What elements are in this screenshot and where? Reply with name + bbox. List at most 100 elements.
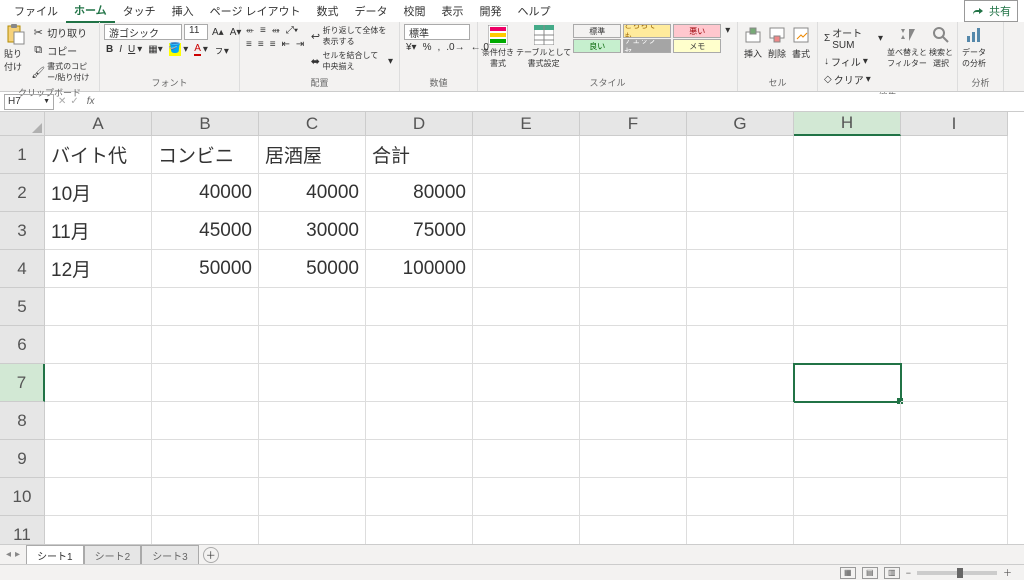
cell-D5[interactable] xyxy=(366,288,473,326)
tab-view[interactable]: 表示 xyxy=(434,0,472,22)
row-head-6[interactable]: 6 xyxy=(0,326,45,364)
align-bottom-button[interactable]: ⬵ xyxy=(270,24,282,37)
cell-G7[interactable] xyxy=(687,364,794,402)
col-head-B[interactable]: B xyxy=(152,112,259,136)
cell-G1[interactable] xyxy=(687,136,794,174)
cell-D4[interactable]: 100000 xyxy=(366,250,473,288)
cell-B9[interactable] xyxy=(152,440,259,478)
cell-E8[interactable] xyxy=(473,402,580,440)
cell-F9[interactable] xyxy=(580,440,687,478)
tab-data[interactable]: データ xyxy=(347,0,396,22)
orientation-button[interactable]: ⤢▾ xyxy=(284,24,300,37)
styles-more-button[interactable]: ▾ xyxy=(723,24,732,37)
phonetic-button[interactable]: ㇷ▾ xyxy=(212,41,231,58)
align-left-button[interactable]: ≡ xyxy=(244,38,254,51)
style-bad[interactable]: 悪い xyxy=(673,24,721,38)
fill-button[interactable]: ↓フィル▾ xyxy=(822,53,885,70)
cell-D3[interactable]: 75000 xyxy=(366,212,473,250)
cell-I4[interactable] xyxy=(901,250,1008,288)
row-head-5[interactable]: 5 xyxy=(0,288,45,326)
format-painter-button[interactable]: 🖌書式のコピー/貼り付け xyxy=(29,60,95,84)
increase-font-button[interactable]: A▴ xyxy=(210,26,226,39)
currency-button[interactable]: ¥▾ xyxy=(404,41,419,54)
formula-input[interactable] xyxy=(99,94,1024,110)
italic-button[interactable]: I xyxy=(117,43,124,56)
view-pagebreak-button[interactable]: ▥ xyxy=(884,567,900,579)
tab-touch[interactable]: タッチ xyxy=(115,0,164,22)
cell-H4[interactable] xyxy=(794,250,901,288)
align-center-button[interactable]: ≡ xyxy=(256,38,266,51)
cell-C4[interactable]: 50000 xyxy=(259,250,366,288)
cell-A4[interactable]: 12月 xyxy=(45,250,152,288)
cell-G5[interactable] xyxy=(687,288,794,326)
underline-button[interactable]: U▾ xyxy=(126,43,144,56)
col-head-G[interactable]: G xyxy=(687,112,794,136)
row-head-7[interactable]: 7 xyxy=(0,364,45,402)
cell-G4[interactable] xyxy=(687,250,794,288)
cell-E10[interactable] xyxy=(473,478,580,516)
style-good[interactable]: 良い xyxy=(573,39,621,53)
tab-home[interactable]: ホーム xyxy=(66,0,115,23)
cell-I1[interactable] xyxy=(901,136,1008,174)
cell-D2[interactable]: 80000 xyxy=(366,174,473,212)
delete-cells-icon[interactable] xyxy=(766,24,788,46)
cell-A2[interactable]: 10月 xyxy=(45,174,152,212)
sheet-tab-2[interactable]: シート2 xyxy=(84,545,142,565)
cell-I9[interactable] xyxy=(901,440,1008,478)
cell-H9[interactable] xyxy=(794,440,901,478)
cell-B3[interactable]: 45000 xyxy=(152,212,259,250)
cell-E4[interactable] xyxy=(473,250,580,288)
cell-E1[interactable] xyxy=(473,136,580,174)
tab-page-layout[interactable]: ページ レイアウト xyxy=(202,0,309,22)
view-normal-button[interactable]: ▦ xyxy=(840,567,856,579)
format-as-table-icon[interactable] xyxy=(533,24,555,46)
cell-C8[interactable] xyxy=(259,402,366,440)
cell-F2[interactable] xyxy=(580,174,687,212)
cut-button[interactable]: ✂切り取り xyxy=(29,24,95,41)
cell-C5[interactable] xyxy=(259,288,366,326)
cell-B8[interactable] xyxy=(152,402,259,440)
merge-center-button[interactable]: ⬌セルを結合して中央揃え▾ xyxy=(308,49,395,73)
col-head-C[interactable]: C xyxy=(259,112,366,136)
cell-H7[interactable] xyxy=(794,364,901,402)
col-head-F[interactable]: F xyxy=(580,112,687,136)
name-box[interactable]: H7▼ xyxy=(4,94,54,110)
tab-file[interactable]: ファイル xyxy=(6,0,66,22)
cell-A10[interactable] xyxy=(45,478,152,516)
align-middle-button[interactable]: ≡ xyxy=(258,24,268,37)
row-head-4[interactable]: 4 xyxy=(0,250,45,288)
zoom-in-button[interactable]: ＋ xyxy=(1003,566,1012,579)
cell-D1[interactable]: 合計 xyxy=(366,136,473,174)
formula-accept-button[interactable]: ✓ xyxy=(70,96,78,107)
tab-insert[interactable]: 挿入 xyxy=(164,0,202,22)
bold-button[interactable]: B xyxy=(104,43,115,56)
cell-E5[interactable] xyxy=(473,288,580,326)
cell-D10[interactable] xyxy=(366,478,473,516)
col-head-E[interactable]: E xyxy=(473,112,580,136)
percent-button[interactable]: % xyxy=(421,41,434,54)
cell-G10[interactable] xyxy=(687,478,794,516)
sheet-nav-first[interactable]: ◂ xyxy=(6,549,11,560)
cell-D7[interactable] xyxy=(366,364,473,402)
style-memo[interactable]: メモ xyxy=(673,39,721,53)
cell-B7[interactable] xyxy=(152,364,259,402)
decrease-indent-button[interactable]: ⇤ xyxy=(280,38,292,51)
cell-A9[interactable] xyxy=(45,440,152,478)
cell-A5[interactable] xyxy=(45,288,152,326)
cell-H10[interactable] xyxy=(794,478,901,516)
increase-indent-button[interactable]: ⇥ xyxy=(294,38,306,51)
cell-B4[interactable]: 50000 xyxy=(152,250,259,288)
cell-B2[interactable]: 40000 xyxy=(152,174,259,212)
cell-F10[interactable] xyxy=(580,478,687,516)
format-cells-icon[interactable] xyxy=(790,24,812,46)
copy-button[interactable]: ⧉コピー xyxy=(29,42,95,59)
inc-decimal-button[interactable]: .0→ xyxy=(444,41,466,54)
cell-I5[interactable] xyxy=(901,288,1008,326)
col-head-D[interactable]: D xyxy=(366,112,473,136)
fx-icon[interactable]: fx xyxy=(83,96,99,107)
style-check[interactable]: チェック セ… xyxy=(623,39,671,53)
zoom-slider[interactable] xyxy=(917,571,997,575)
cell-F6[interactable] xyxy=(580,326,687,364)
cell-G8[interactable] xyxy=(687,402,794,440)
zoom-out-button[interactable]: − xyxy=(906,568,911,578)
